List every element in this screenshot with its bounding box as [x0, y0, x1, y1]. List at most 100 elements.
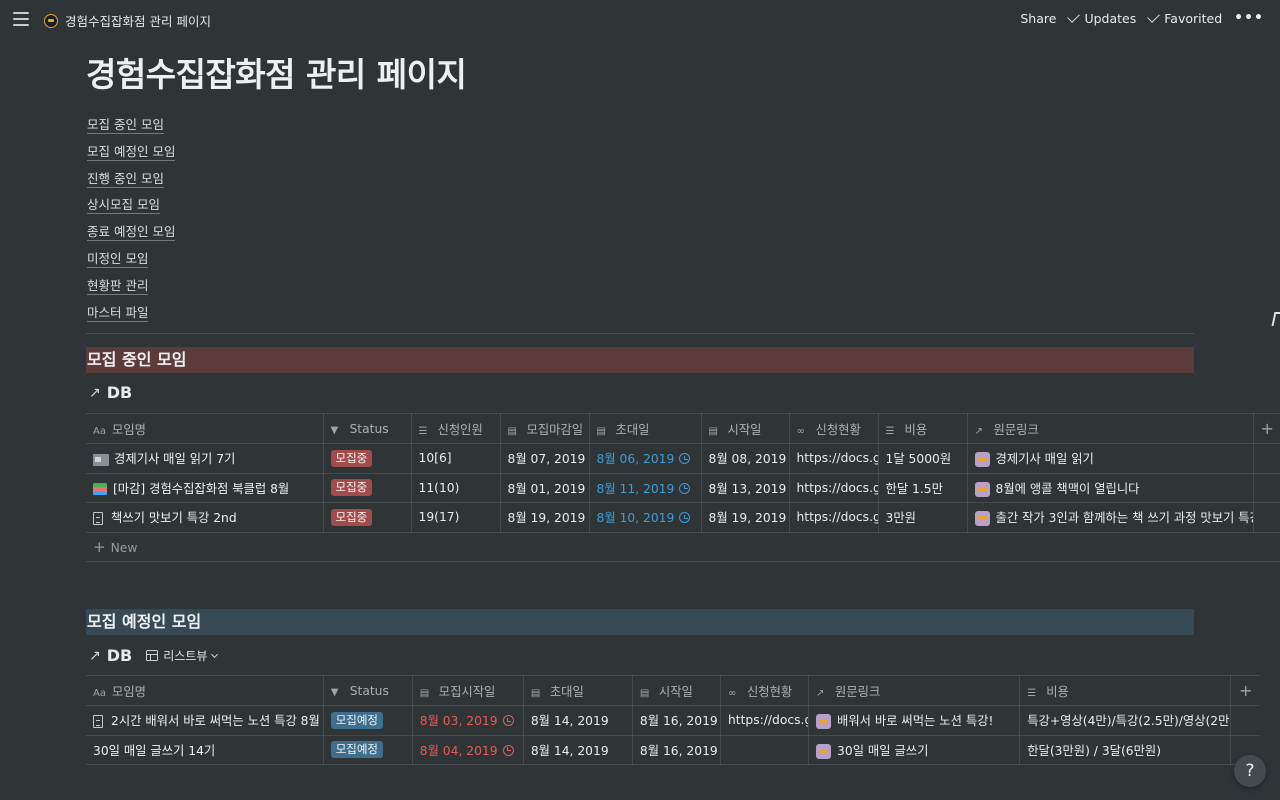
cell-name[interactable]: 30일 매일 글쓰기 14기	[86, 734, 324, 765]
column-header[interactable]: ☰ 비용	[1019, 675, 1232, 706]
cell-deadline[interactable]: 8월 01, 2019	[499, 472, 590, 503]
cell-signup[interactable]: https://docs.g	[719, 705, 810, 736]
topbar: 경험수집잡화점 관리 페이지 Share Updates Favorited •…	[0, 0, 1280, 40]
hamburger-menu-icon[interactable]	[13, 12, 29, 26]
toc-link[interactable]: 마스터 파일	[87, 302, 175, 329]
column-header[interactable]: ▼ Status	[322, 675, 413, 706]
column-header[interactable]: Aa 모임명	[86, 675, 324, 706]
cell-cost[interactable]: 3만원	[877, 502, 968, 533]
cell-link[interactable]: 배워서 바로 써먹는 노션 특강!	[808, 705, 1021, 736]
cell-link[interactable]: 경제기사 매일 읽기	[966, 443, 1254, 474]
cell-applicants[interactable]: 11(10)	[410, 472, 501, 503]
cell-signup[interactable]	[719, 734, 810, 765]
page-link-icon	[974, 452, 990, 468]
cell-invite[interactable]: 8월 14, 2019	[522, 705, 633, 736]
cell-deadline[interactable]: 8월 07, 2019	[499, 443, 590, 474]
toc-link[interactable]: 현황판 관리	[87, 275, 175, 302]
cell-name[interactable]: 책쓰기 맛보기 특강 2nd	[86, 502, 324, 533]
cell-status[interactable]: 모집예정	[322, 705, 413, 736]
cell-applicants[interactable]: 19(17)	[410, 502, 501, 533]
column-header[interactable]: ☰ 비용	[877, 413, 968, 444]
help-button[interactable]: ?	[1234, 755, 1266, 787]
db-label: DB	[106, 383, 133, 402]
table-row[interactable]: 경제기사 매일 읽기 7기 모집중 10[6] 8월 07, 2019 8월 0…	[86, 443, 1280, 474]
cell-cost[interactable]: 특강+영상(4만)/특강(2.5만)/영상(2만)	[1019, 705, 1232, 736]
new-row-button[interactable]: + New	[86, 531, 1280, 562]
cell-status[interactable]: 모집중	[322, 472, 412, 503]
table-row[interactable]: 2시간 배워서 바로 써먹는 노션 특강 8월 모집예정 8월 03, 2019…	[86, 705, 1260, 736]
cell-recruit-start[interactable]: 8월 04, 2019	[411, 734, 524, 765]
books-icon	[93, 483, 107, 496]
table-row[interactable]: 30일 매일 글쓰기 14기 모집예정 8월 04, 2019 8월 14, 2…	[86, 734, 1260, 765]
cell-link[interactable]: 8월에 앵콜 책맥이 열립니다	[966, 472, 1254, 503]
table-view-icon	[146, 650, 159, 661]
cell-status[interactable]: 모집중	[322, 502, 412, 533]
alarm-clock-icon	[679, 482, 691, 494]
cell-signup[interactable]: https://docs.g	[788, 443, 879, 474]
add-column-icon[interactable]: +	[1230, 675, 1260, 706]
cell-start[interactable]: 8월 08, 2019	[700, 443, 790, 474]
cell-start[interactable]: 8월 16, 2019	[631, 705, 721, 736]
cell-invite[interactable]: 8월 11, 2019	[588, 472, 702, 503]
text-prop-icon: ☰	[1027, 687, 1037, 699]
cell-cost[interactable]: 한달 1.5만	[877, 472, 968, 503]
column-header[interactable]: ☰ 신청인원	[410, 413, 501, 444]
toc-link[interactable]: 진행 중인 모임	[87, 168, 175, 195]
cell-start[interactable]: 8월 16, 2019	[631, 734, 721, 765]
section-heading-recruiting: 모집 중인 모임	[86, 347, 1194, 373]
toc-link[interactable]: 상시모집 모임	[87, 194, 175, 221]
column-header[interactable]: ↗ 원문링크	[966, 413, 1254, 444]
cell-start[interactable]: 8월 19, 2019	[700, 502, 790, 533]
cell-name[interactable]: 경제기사 매일 읽기 7기	[86, 443, 324, 474]
column-header[interactable]: ↗ 원문링크	[808, 675, 1021, 706]
column-header[interactable]: ∞ 신청현황	[788, 413, 879, 444]
view-switcher[interactable]: 리스트뷰	[146, 647, 219, 664]
more-options-icon[interactable]: •••	[1234, 10, 1264, 26]
cell-link[interactable]: 출간 작가 3인과 함께하는 책 쓰기 과정 맛보기 특강	[966, 502, 1254, 533]
breadcrumb-title: 경험수집잡화점 관리 페이지	[65, 14, 211, 29]
cell-invite[interactable]: 8월 10, 2019	[588, 502, 702, 533]
plus-icon: +	[93, 537, 106, 556]
share-button[interactable]: Share	[1020, 11, 1056, 26]
linked-db-title[interactable]: ↗ DB	[89, 383, 132, 402]
column-header[interactable]: Aa 모임명	[86, 413, 324, 444]
column-header[interactable]: ▤ 시작일	[700, 413, 790, 444]
add-column-icon[interactable]: +	[1252, 413, 1280, 444]
favorited-button[interactable]: Favorited	[1147, 9, 1222, 26]
toc-link[interactable]: 미정인 모임	[87, 248, 175, 275]
toc-link[interactable]: 모집 예정인 모임	[87, 141, 176, 168]
cell-invite[interactable]: 8월 14, 2019	[522, 734, 633, 765]
table-row[interactable]: 책쓰기 맛보기 특강 2nd 모집중 19(17) 8월 19, 2019 8월…	[86, 502, 1280, 533]
page-link-icon	[816, 714, 832, 730]
column-header[interactable]: ▤ 초대일	[522, 675, 633, 706]
column-header[interactable]: ▤ 모집마감일	[499, 413, 590, 444]
column-header[interactable]: ▤ 모집시작일	[411, 675, 524, 706]
cell-signup[interactable]: https://docs.g	[788, 472, 879, 503]
cell-recruit-start[interactable]: 8월 03, 2019	[411, 705, 524, 736]
updates-button[interactable]: Updates	[1067, 9, 1136, 26]
cell-cost[interactable]: 1달 5000원	[877, 443, 968, 474]
cell-start[interactable]: 8월 13, 2019	[700, 472, 790, 503]
cell-link[interactable]: 30일 매일 글쓰기	[808, 734, 1021, 765]
column-header[interactable]: ▼ Status	[322, 413, 412, 444]
cell-status[interactable]: 모집예정	[322, 734, 413, 765]
new-row[interactable]: + New	[86, 531, 1280, 562]
cell-deadline[interactable]: 8월 19, 2019	[499, 502, 590, 533]
cell-name[interactable]: 2시간 배워서 바로 써먹는 노션 특강 8월	[86, 705, 324, 736]
empty-cell	[1252, 502, 1280, 533]
status-badge: 모집중	[330, 479, 373, 497]
cell-applicants[interactable]: 10[6]	[410, 443, 501, 474]
table-row[interactable]: [마감] 경험수집잡화점 북클럽 8월 모집중 11(10) 8월 01, 20…	[86, 472, 1280, 503]
cell-invite[interactable]: 8월 06, 2019	[588, 443, 702, 474]
toc-link[interactable]: 종료 예정인 모임	[87, 221, 176, 248]
cell-name[interactable]: [마감] 경험수집잡화점 북클럽 8월	[86, 472, 324, 503]
column-header[interactable]: ∞ 신청현황	[719, 675, 810, 706]
cell-cost[interactable]: 한달(3만원) / 3달(6만원)	[1019, 734, 1232, 765]
linked-db-title[interactable]: ↗ DB 리스트뷰	[89, 646, 219, 665]
cell-signup[interactable]: https://docs.g	[788, 502, 879, 533]
breadcrumb[interactable]: 경험수집잡화점 관리 페이지	[44, 11, 211, 30]
cell-status[interactable]: 모집중	[322, 443, 412, 474]
column-header[interactable]: ▤ 초대일	[588, 413, 702, 444]
column-header[interactable]: ▤ 시작일	[631, 675, 721, 706]
toc-link[interactable]: 모집 중인 모임	[87, 114, 175, 141]
